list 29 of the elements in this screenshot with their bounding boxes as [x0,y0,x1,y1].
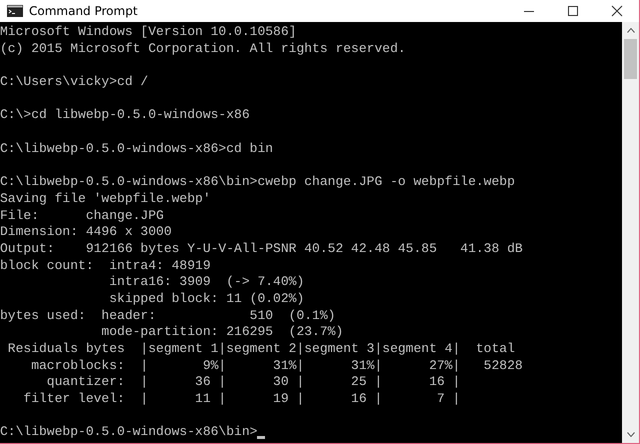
maximize-icon [567,5,579,17]
console-line: Dimension: 4496 x 3000 [0,224,172,241]
window-title: Command Prompt [29,4,139,18]
console-line: C:\libwebp-0.5.0-windows-x86>cd bin [0,140,274,158]
console-line: Residuals bytes |segment 1|segment 2|segment 3|segment 4| total [6,341,515,358]
console-line: Microsoft Windows [Version 10.0.10586] [0,24,296,41]
console-line: macroblocks: | 9%| 31%| 31%| 27%| 52828 [30,358,523,374]
text-cursor [257,436,266,440]
console-line: skipped block: 11 (0.02%) [108,291,304,308]
console-icon [7,5,23,17]
console-line: C:\>cd libwebp-0.5.0-windows-x86 [0,107,250,124]
console-line: intra16: 3909 (-> 7.40%) [108,274,304,291]
scrollbar-thumb[interactable] [624,39,637,79]
console-line: Saving file 'webpfile.webp' [0,190,211,208]
command-prompt: C:\libwebp-0.5.0-windows-x86\bin> [0,424,258,442]
console-line: (c) 2015 Microsoft Corporation. All rights reserved. [0,40,406,58]
console-line: filter level: | 11 | 19 | 16 | 7 | [22,391,460,408]
console-line: C:\libwebp-0.5.0-windows-x86\bin>cwebp change.JPG -o webpfile.webp [0,174,515,191]
scroll-up-icon [626,28,634,33]
scroll-down-icon [626,432,634,437]
console-line: Output: 912166 bytes Y-U-V-All-PSNR 40.52 42.48 45.85 41.38 dB [0,240,523,258]
scrollbar[interactable] [622,22,639,443]
console-line: C:\Users\vicky>cd / [0,74,148,91]
console-line: mode-partition: 216295 (23.7%) [100,324,344,342]
console-line: quantizer: | 36 | 30 | 25 | 16 | [46,374,460,392]
console-line: File: change.JPG [0,208,164,224]
console-line: bytes used: header: 510 (0.1%) [0,308,336,324]
console-line: block count: intra4: 48919 [0,258,211,274]
close-icon [611,5,623,17]
